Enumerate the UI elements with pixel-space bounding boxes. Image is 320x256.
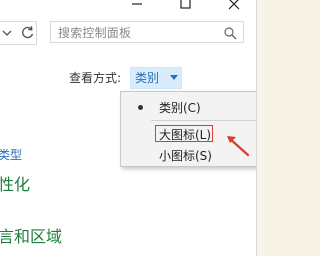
menu-item-category[interactable]: 类别(C): [121, 98, 256, 118]
desktop-background-strip: [256, 0, 315, 256]
chevron-down-icon[interactable]: [0, 22, 19, 42]
menu-item-label: 小图标(S): [159, 149, 212, 163]
search-input[interactable]: 搜索控制面板: [50, 21, 244, 43]
control-panel-window: 搜索控制面板 查看方式: 类别 类型 性化 言和区域 类别(C) 大图标(L) …: [0, 0, 257, 256]
search-placeholder: 搜索控制面板: [58, 26, 132, 40]
annotation-arrow-icon: [227, 136, 250, 157]
selected-bullet-icon: [138, 105, 143, 110]
menu-separator: [151, 120, 256, 121]
category-link[interactable]: 言和区域: [0, 226, 62, 248]
minimize-icon[interactable]: [130, 0, 144, 12]
menu-item-label: 类别(C): [159, 101, 201, 115]
view-by-label: 查看方式:: [69, 71, 122, 85]
title-bar-controls: [0, 0, 256, 16]
category-link[interactable]: 性化: [0, 174, 30, 196]
close-icon[interactable]: [226, 0, 242, 12]
maximize-icon[interactable]: [178, 0, 192, 12]
category-link[interactable]: 类型: [0, 147, 22, 163]
search-icon[interactable]: [223, 25, 237, 40]
view-by-selected-value: 类别: [135, 71, 160, 85]
chevron-down-icon: [170, 75, 178, 80]
view-by-dropdown[interactable]: 类别: [130, 67, 182, 89]
refresh-icon[interactable]: [20, 24, 36, 40]
highlight-box: [155, 125, 213, 142]
